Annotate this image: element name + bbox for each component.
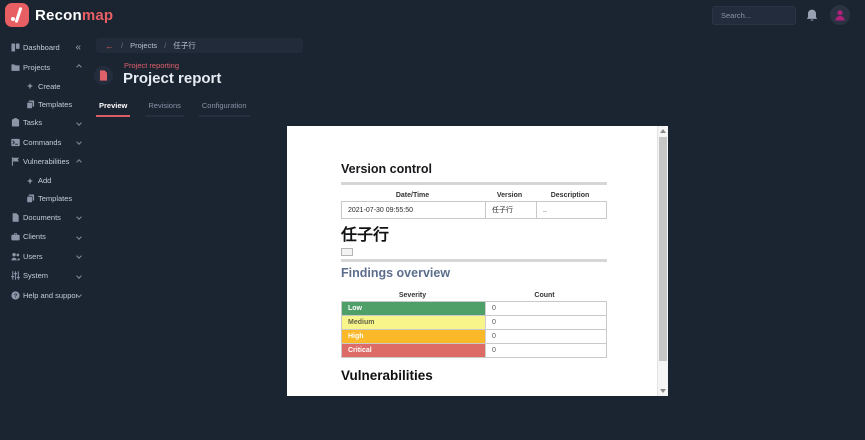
reconmap-logo-icon[interactable] xyxy=(5,3,29,27)
svg-text:?: ? xyxy=(13,293,17,299)
table-row: 2021-07-30 09:55:50 任子行 .. xyxy=(341,201,607,219)
notifications-bell-icon[interactable] xyxy=(806,9,818,22)
brand-name: Reconmap xyxy=(35,7,113,24)
divider xyxy=(341,259,607,262)
topbar: Reconmap xyxy=(0,0,865,30)
chevron-down-icon xyxy=(76,120,82,126)
file-icon xyxy=(10,212,20,222)
chevron-down-icon xyxy=(76,253,82,259)
table-header-row: Severity Count xyxy=(341,289,607,302)
severity-row-critical: Critical 0 xyxy=(341,343,607,358)
version-control-heading: Version control xyxy=(341,162,432,176)
panel-scrollbar[interactable] xyxy=(657,126,668,396)
search-input[interactable] xyxy=(712,6,796,25)
dashboard-icon xyxy=(10,43,20,53)
chevron-down-icon xyxy=(76,292,82,298)
tab-bar: Preview Revisions Configuration xyxy=(96,99,250,117)
divider xyxy=(341,182,607,185)
breadcrumb: ← / Projects / 任子行 xyxy=(96,38,303,53)
help-circle-icon: ? xyxy=(10,290,20,300)
scroll-up-button[interactable] xyxy=(658,126,668,136)
sidebar-item-system[interactable]: System xyxy=(0,266,88,286)
page-title: Project report xyxy=(123,70,221,87)
findings-overview-heading: Findings overview xyxy=(341,266,450,280)
sidebar-item-users[interactable]: Users xyxy=(0,247,88,267)
tab-configuration[interactable]: Configuration xyxy=(199,99,250,117)
sidebar-item-clients[interactable]: Clients xyxy=(0,227,88,247)
page-eyebrow: Project reporting xyxy=(124,61,179,70)
broken-image-placeholder xyxy=(341,248,353,256)
report-file-icon xyxy=(94,66,113,85)
scroll-down-button[interactable] xyxy=(658,386,668,396)
sidebar-item-help-and-support[interactable]: ? Help and support xyxy=(0,286,88,306)
back-arrow-icon[interactable]: ← xyxy=(105,41,114,51)
user-avatar[interactable] xyxy=(830,5,850,25)
sidebar-item-tasks[interactable]: Tasks xyxy=(0,113,88,133)
sidebar-item-project-templates[interactable]: Templates xyxy=(0,95,88,113)
severity-row-high: High 0 xyxy=(341,329,607,344)
table-header-row: Date/Time Version Description xyxy=(341,189,607,202)
sidebar-item-vulnerabilities[interactable]: Vulnerabilities xyxy=(0,152,88,172)
flag-icon xyxy=(10,157,20,167)
clipboard-icon xyxy=(10,118,20,128)
chevron-down-icon xyxy=(76,234,82,240)
chevron-up-icon xyxy=(76,159,82,165)
sidebar-item-create-project[interactable]: + Create xyxy=(0,77,88,95)
client-name-heading: 任子行 xyxy=(341,221,389,245)
plus-icon: + xyxy=(25,176,35,186)
copy-icon xyxy=(25,99,35,109)
sidebar-item-dashboard[interactable]: Dashboard « xyxy=(0,38,88,58)
copy-icon xyxy=(25,194,35,204)
tab-preview[interactable]: Preview xyxy=(96,99,130,117)
chevron-up-icon xyxy=(76,64,82,70)
breadcrumb-project-name[interactable]: 任子行 xyxy=(173,40,196,51)
vulnerabilities-heading: Vulnerabilities xyxy=(341,368,433,383)
chevron-down-icon xyxy=(76,214,82,220)
briefcase-icon xyxy=(10,232,20,242)
severity-row-medium: Medium 0 xyxy=(341,315,607,330)
version-control-table: Date/Time Version Description 2021-07-30… xyxy=(341,189,607,219)
sidebar-item-add-vulnerability[interactable]: + Add xyxy=(0,172,88,190)
findings-overview-table: Severity Count Low 0 Medium 0 High 0 Cri… xyxy=(341,289,607,358)
sliders-icon xyxy=(10,271,20,281)
sidebar-item-projects[interactable]: Projects xyxy=(0,58,88,78)
plus-icon: + xyxy=(25,81,35,91)
folder-icon xyxy=(10,62,20,72)
users-icon xyxy=(10,251,20,261)
breadcrumb-projects[interactable]: Projects xyxy=(130,41,157,50)
report-preview-panel[interactable]: Version control Date/Time Version Descri… xyxy=(287,126,668,396)
sidebar-item-vulnerability-templates[interactable]: Templates xyxy=(0,190,88,208)
severity-row-low: Low 0 xyxy=(341,301,607,316)
collapse-sidebar-icon[interactable]: « xyxy=(75,42,81,53)
sidebar-item-commands[interactable]: Commands xyxy=(0,133,88,153)
sidebar: Dashboard « Projects + Create Templates … xyxy=(0,30,88,440)
sidebar-item-documents[interactable]: Documents xyxy=(0,208,88,228)
tab-revisions[interactable]: Revisions xyxy=(145,99,184,117)
scrollbar-thumb[interactable] xyxy=(659,137,667,361)
chevron-down-icon xyxy=(76,139,82,145)
terminal-icon xyxy=(10,137,20,147)
chevron-down-icon xyxy=(76,273,82,279)
